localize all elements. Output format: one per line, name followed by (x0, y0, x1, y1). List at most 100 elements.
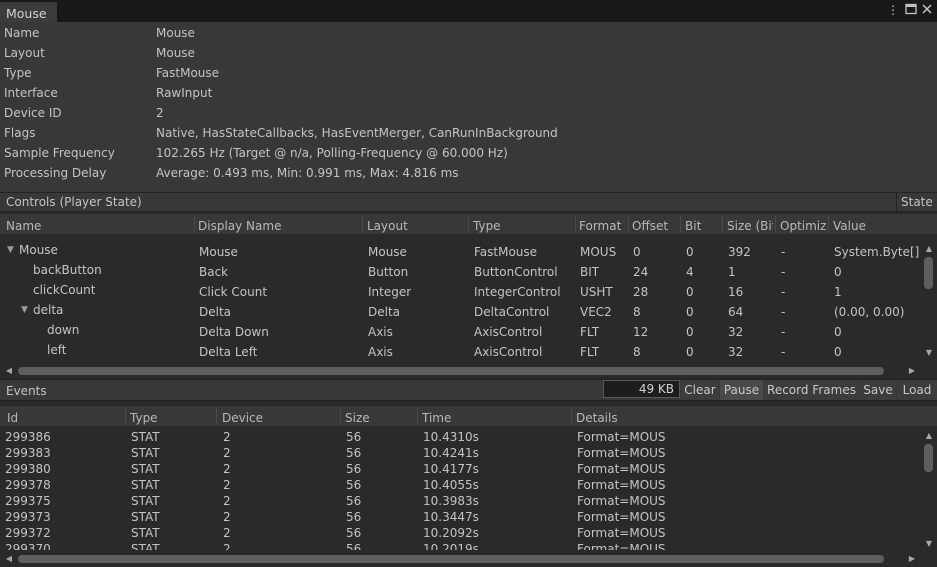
controls-vertical-scrollbar[interactable]: ▲ ▼ (921, 242, 937, 360)
scroll-down-icon[interactable]: ▼ (924, 539, 934, 549)
column-header-layout[interactable]: Layout (367, 219, 465, 233)
property-row: Layout Mouse (0, 43, 937, 63)
scrollbar-thumb[interactable] (924, 444, 933, 472)
control-type: AxisControl (474, 325, 543, 339)
event-row[interactable]: 299380 STAT 2 56 10.4177s Format=MOUS (0, 461, 921, 477)
event-type: STAT (131, 446, 160, 460)
event-id: 299375 (5, 494, 51, 508)
record-frames-button[interactable]: Record Frames (764, 380, 859, 400)
scroll-left-icon[interactable]: ◀ (4, 554, 14, 564)
column-header-size[interactable]: Size (345, 411, 415, 425)
column-header-name[interactable]: Name (6, 219, 191, 233)
expand-arrow-icon[interactable]: ▼ (21, 305, 28, 315)
event-details: Format=MOUS (577, 542, 666, 550)
control-name: Mouse (19, 243, 58, 257)
state-button[interactable]: State (896, 193, 937, 211)
event-details: Format=MOUS (577, 478, 666, 492)
scroll-down-icon[interactable]: ▼ (924, 348, 934, 358)
property-value: 2 (156, 106, 164, 120)
scroll-up-icon[interactable]: ▲ (924, 244, 934, 254)
control-size: 16 (728, 285, 744, 299)
control-format: MOUS (580, 245, 617, 259)
event-row[interactable]: 299373 STAT 2 56 10.3447s Format=MOUS (0, 509, 921, 525)
events-horizontal-scrollbar[interactable]: ◀ ▶ (0, 551, 921, 567)
column-header-display-name[interactable]: Display Name (198, 219, 358, 233)
event-device: 2 (223, 446, 231, 460)
event-row[interactable]: 299378 STAT 2 56 10.4055s Format=MOUS (0, 477, 921, 493)
property-row: Name Mouse (0, 23, 937, 43)
control-row[interactable]: ▼ delta Delta Delta DeltaControl VEC2 8 … (0, 302, 921, 322)
buffer-size-field[interactable]: 49 KB (603, 380, 680, 398)
control-row[interactable]: clickCount Click Count Integer IntegerCo… (0, 282, 921, 302)
events-vertical-scrollbar[interactable]: ▲ ▼ (921, 429, 937, 551)
event-device: 2 (223, 494, 231, 508)
event-row[interactable]: 299372 STAT 2 56 10.2092s Format=MOUS (0, 525, 921, 541)
control-offset: 12 (633, 325, 649, 339)
event-device: 2 (223, 430, 231, 444)
scroll-right-icon[interactable]: ▶ (907, 554, 917, 564)
event-row[interactable]: 299386 STAT 2 56 10.4310s Format=MOUS (0, 429, 921, 445)
scroll-right-icon[interactable]: ▶ (907, 366, 917, 376)
control-display-name: Mouse (199, 245, 238, 259)
control-bit: 0 (686, 325, 694, 339)
close-icon[interactable] (920, 3, 934, 17)
control-layout: Integer (368, 285, 412, 299)
kebab-menu-icon[interactable]: ⋮ (886, 3, 900, 17)
column-header-offset[interactable]: Offset (632, 219, 678, 233)
control-row[interactable]: backButton Back Button ButtonControl BIT… (0, 262, 921, 282)
event-details: Format=MOUS (577, 494, 666, 508)
column-header-type[interactable]: Type (130, 411, 214, 425)
state-button-label: State (901, 195, 933, 209)
control-row[interactable]: down Delta Down Axis AxisControl FLT 12 … (0, 322, 921, 342)
window-tab-label: Mouse (6, 6, 47, 21)
clear-button[interactable]: Clear (681, 380, 719, 400)
property-label: Device ID (4, 106, 62, 120)
control-name: clickCount (33, 283, 96, 297)
event-size: 56 (346, 446, 362, 460)
control-format: USHT (580, 285, 613, 299)
property-row: Type FastMouse (0, 63, 937, 83)
control-value: 0 (834, 345, 842, 359)
scroll-left-icon[interactable]: ◀ (4, 366, 14, 376)
event-details: Format=MOUS (577, 446, 666, 460)
scroll-up-icon[interactable]: ▲ (924, 431, 934, 441)
expand-arrow-icon[interactable]: ▼ (7, 245, 14, 255)
column-header-id[interactable]: Id (7, 411, 122, 425)
controls-table: Name Display Name Layout Type Format Off… (0, 212, 937, 378)
event-time: 10.3447s (423, 510, 479, 524)
control-value: System.Byte[] (834, 245, 920, 259)
column-header-details[interactable]: Details (576, 411, 776, 425)
column-header-size[interactable]: Size (Bit (727, 219, 773, 233)
column-header-optimized[interactable]: Optimiz (780, 219, 826, 233)
column-header-bit[interactable]: Bit (685, 219, 721, 233)
event-row[interactable]: 299383 STAT 2 56 10.4241s Format=MOUS (0, 445, 921, 461)
scrollbar-thumb[interactable] (18, 555, 884, 563)
controls-horizontal-scrollbar[interactable]: ◀ ▶ (0, 364, 921, 378)
save-button[interactable]: Save (860, 380, 896, 400)
control-size: 1 (728, 265, 736, 279)
column-header-type[interactable]: Type (473, 219, 573, 233)
control-row[interactable]: left Delta Left Axis AxisControl FLT 8 0… (0, 342, 921, 362)
column-header-device[interactable]: Device (222, 411, 338, 425)
column-header-time[interactable]: Time (422, 411, 568, 425)
property-value: Average: 0.493 ms, Min: 0.991 ms, Max: 4… (156, 166, 459, 180)
control-row[interactable]: ▼ Mouse Mouse Mouse FastMouse MOUS 0 0 3… (0, 242, 921, 262)
scrollbar-thumb[interactable] (924, 257, 933, 289)
event-row[interactable]: 299375 STAT 2 56 10.3983s Format=MOUS (0, 493, 921, 509)
scrollbar-thumb[interactable] (18, 367, 884, 375)
column-header-value[interactable]: Value (833, 219, 921, 233)
maximize-icon[interactable] (904, 3, 918, 17)
event-details: Format=MOUS (577, 526, 666, 540)
event-id: 299378 (5, 478, 51, 492)
control-value: 0 (834, 325, 842, 339)
pause-button[interactable]: Pause (720, 380, 763, 400)
column-header-format[interactable]: Format (579, 219, 625, 233)
event-row[interactable]: 299370 STAT 2 56 10.2019s Format=MOUS (0, 541, 921, 550)
load-button[interactable]: Load (897, 380, 937, 400)
event-id: 299373 (5, 510, 51, 524)
window-tab[interactable]: Mouse (0, 2, 57, 22)
event-size: 56 (346, 430, 362, 444)
property-value: RawInput (156, 86, 213, 100)
event-time: 10.3983s (423, 494, 479, 508)
control-format: VEC2 (580, 305, 612, 319)
